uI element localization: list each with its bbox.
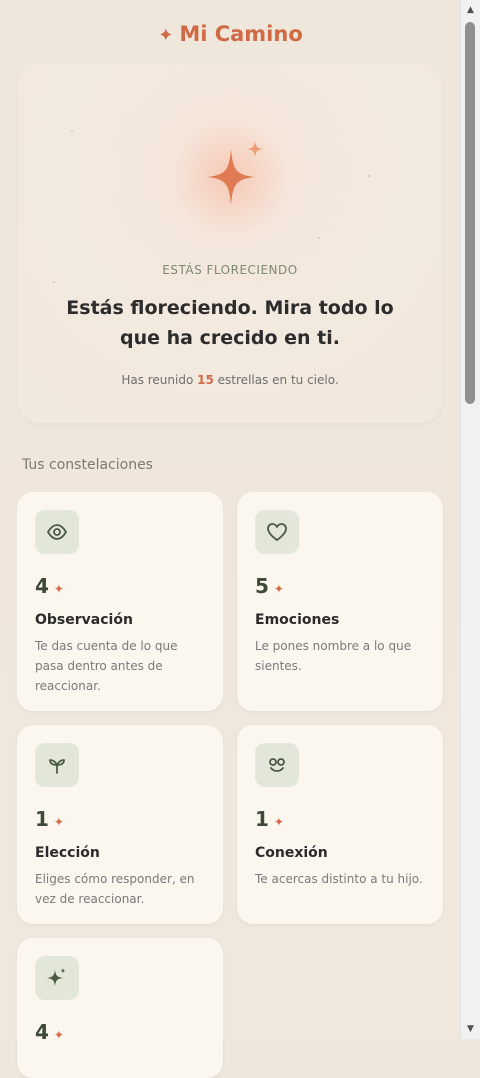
mini-star-icon: ✦ [53,815,64,829]
mini-star-icon: ✦ [273,582,284,596]
sparkle-icon: ✦ [158,25,174,46]
card-description: Te das cuenta de lo que pasa dentro ante… [35,639,178,693]
constellation-card-emociones[interactable]: 5 ✦ Emociones Le pones nombre a lo que si… [237,492,443,711]
scrollbar[interactable]: ▲ ▼ [460,0,480,1039]
subtitle-suffix: estrellas en tu cielo. [217,373,339,387]
scroll-down-icon[interactable]: ▼ [461,1021,480,1037]
app-title: Mi Camino [179,22,303,46]
heart-icon [267,523,287,541]
scroll-up-icon[interactable]: ▲ [461,2,480,18]
constellation-card-eleccion[interactable]: 1 ✦ Elección Eliges cómo responder, en ve… [17,725,223,924]
sky-dot [318,237,320,239]
mini-star-icon: ✦ [53,582,64,596]
sparkle-icon [47,968,66,986]
star-count: 15 [197,373,214,387]
main-star-icon [207,141,263,205]
card-description: Te acercas distinto a tu hijo. [255,872,423,886]
card-title: Emociones [255,612,340,628]
icon-box [35,510,79,554]
icon-box [35,743,79,787]
hero-card: ESTÁS FLORECIENDO Estás floreciendo. Mir… [18,63,442,423]
card-count: 1 ✦ [255,807,284,831]
card-count: 4 ✦ [35,1020,64,1044]
card-count: 4 ✦ [35,574,64,598]
card-count: 1 ✦ [35,807,64,831]
card-count: 5 ✦ [255,574,284,598]
card-title: Elección [35,845,100,861]
sky-dot [368,175,370,177]
section-title: Tus constelaciones [22,457,153,473]
card-title: Observación [35,612,133,628]
icon-box [255,743,299,787]
hero-subtitle: Has reunido 15 estrellas en tu cielo. [18,373,442,387]
mini-star-icon: ✦ [53,1028,64,1042]
constellation-card-conexion[interactable]: 1 ✦ Conexión Te acercas distinto a tu hij… [237,725,443,924]
constellation-card-observacion[interactable]: 4 ✦ Observación Te das cuenta de lo que p… [17,492,223,711]
card-description: Eliges cómo responder, en vez de reaccio… [35,872,195,906]
app-header: ✦ Mi Camino [0,22,461,46]
sky-dot [53,281,55,283]
icon-box [255,510,299,554]
connection-icon [269,758,285,772]
icon-box [35,956,79,1000]
eye-icon [46,524,68,540]
mini-star-icon: ✦ [273,815,284,829]
constellation-card-5[interactable]: 4 ✦ [17,938,223,1078]
sky-dot [71,130,73,132]
hero-title: Estás floreciendo. Mira todo lo que ha c… [66,297,394,349]
scroll-thumb[interactable] [465,22,475,404]
hero-eyebrow: ESTÁS FLORECIENDO [162,263,298,277]
sprout-icon [49,759,65,774]
subtitle-prefix: Has reunido [121,373,194,387]
card-title: Conexión [255,845,328,861]
card-description: Le pones nombre a lo que sientes. [255,639,412,673]
